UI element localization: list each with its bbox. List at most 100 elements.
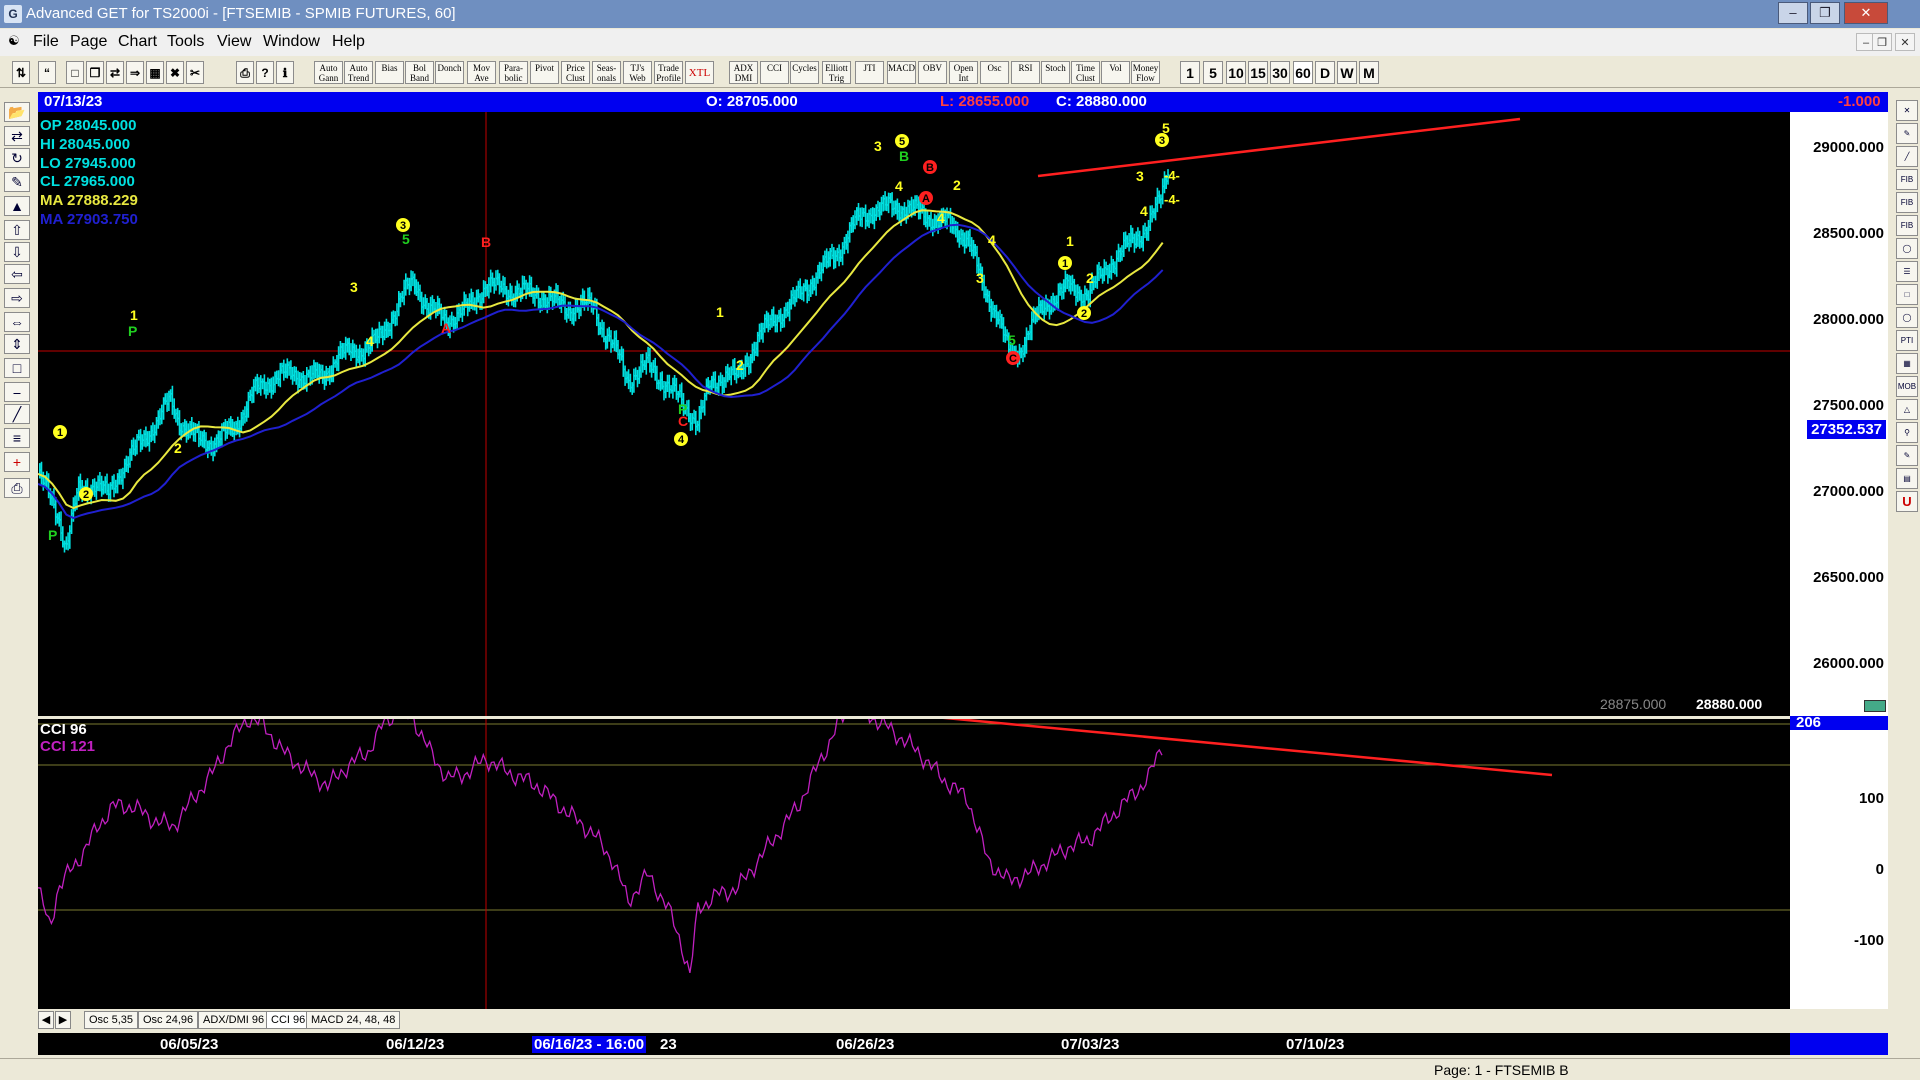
help-icon[interactable]: ? xyxy=(256,61,274,84)
study-button-20[interactable]: Open Int xyxy=(949,61,978,84)
study-icon[interactable]: ✎ xyxy=(4,172,30,192)
close-button[interactable]: ✕ xyxy=(1844,2,1888,24)
reset-icon[interactable]: ↻ xyxy=(4,148,30,168)
open-icon[interactable]: ⇄ xyxy=(106,61,124,84)
resize-grip-icon[interactable] xyxy=(1864,700,1886,712)
maximize-button[interactable]: ❐ xyxy=(1810,2,1840,24)
fib-extension-icon[interactable]: FIB xyxy=(1896,192,1918,213)
study-button-0[interactable]: Auto Gann xyxy=(314,61,343,84)
menu-window[interactable]: Window xyxy=(263,33,320,51)
study-button-23[interactable]: Stoch xyxy=(1041,61,1070,84)
channel-icon[interactable]: ☰ xyxy=(1896,261,1918,282)
cci-panel[interactable]: CCI 96 CCI 121 xyxy=(38,719,1888,1009)
save-icon[interactable]: ⇒ xyxy=(126,61,144,84)
study-button-7[interactable]: Pivot xyxy=(530,61,559,84)
study-button-15[interactable]: Cycles xyxy=(790,61,819,84)
tab-cci-96[interactable]: CCI 96 xyxy=(266,1011,311,1029)
menu-view[interactable]: View xyxy=(217,33,251,51)
compress-icon[interactable]: ⇔ xyxy=(4,312,30,332)
interval-button-10[interactable]: 10 xyxy=(1226,61,1246,84)
study-button-18[interactable]: MACD xyxy=(887,61,916,84)
gann-fan-icon[interactable]: ╱ xyxy=(4,404,30,424)
tab-scroll-left-icon[interactable]: ◀ xyxy=(38,1011,54,1029)
study-button-14[interactable]: CCI xyxy=(760,61,789,84)
crosshair-icon[interactable]: + xyxy=(4,452,30,472)
menu-tools[interactable]: Tools xyxy=(167,33,204,51)
paste-icon[interactable]: ▦ xyxy=(146,61,164,84)
study-button-1[interactable]: Auto Trend xyxy=(344,61,373,84)
box-icon[interactable]: □ xyxy=(1896,284,1918,305)
delete-icon[interactable]: ✖ xyxy=(166,61,184,84)
pages-icon[interactable]: ▤ xyxy=(1896,468,1918,489)
study-button-10[interactable]: TJ's Web xyxy=(623,61,652,84)
tab-osc-24-96[interactable]: Osc 24,96 xyxy=(138,1011,199,1029)
zoom-icon[interactable]: ⚲ xyxy=(1896,422,1918,443)
elliott-icon[interactable]: ▲ xyxy=(4,196,30,216)
gann-icon[interactable]: ⇄ xyxy=(4,126,30,146)
study-button-12[interactable]: XTL xyxy=(685,61,714,84)
interval-button-5[interactable]: 5 xyxy=(1203,61,1223,84)
tab-osc-5-35[interactable]: Osc 5,35 xyxy=(84,1011,139,1029)
fib-time-icon[interactable]: FIB xyxy=(1896,215,1918,236)
ellipse-tool-icon[interactable]: ◯ xyxy=(1896,307,1918,328)
menu-file[interactable]: File xyxy=(33,33,59,51)
context-help-icon[interactable]: ℹ xyxy=(276,61,294,84)
study-button-5[interactable]: Mov Ave xyxy=(467,61,496,84)
study-button-26[interactable]: Money Flow xyxy=(1131,61,1160,84)
interval-button-60[interactable]: 60 xyxy=(1293,61,1313,84)
select-icon[interactable]: □ xyxy=(4,358,30,378)
quote-icon[interactable]: “ xyxy=(38,61,56,84)
pencil-icon[interactable]: ✎ xyxy=(1896,123,1918,144)
study-button-8[interactable]: Price Clust xyxy=(561,61,590,84)
fib-icon[interactable]: ≡ xyxy=(4,428,30,448)
study-button-3[interactable]: Bol Band xyxy=(405,61,434,84)
interval-button-1[interactable]: 1 xyxy=(1180,61,1200,84)
up-arrow-icon[interactable]: ⇧ xyxy=(4,220,30,240)
tab-adx-dmi[interactable]: ADX/DMI 96 xyxy=(198,1011,270,1029)
triangle-icon[interactable]: △ xyxy=(1896,399,1918,420)
left-arrow-icon[interactable]: ⇦ xyxy=(4,264,30,284)
ellipse-icon[interactable]: ◯ xyxy=(1896,238,1918,259)
study-button-11[interactable]: Trade Profile xyxy=(654,61,683,84)
study-button-25[interactable]: Vol xyxy=(1101,61,1130,84)
new-page-icon[interactable]: □ xyxy=(66,61,84,84)
interval-button-15[interactable]: 15 xyxy=(1248,61,1268,84)
menu-page[interactable]: Page xyxy=(70,33,107,51)
interval-button-W[interactable]: W xyxy=(1337,61,1357,84)
marker-icon[interactable]: ✎ xyxy=(1896,445,1918,466)
menu-help[interactable]: Help xyxy=(332,33,365,51)
expand-icon[interactable]: ⇕ xyxy=(4,334,30,354)
interval-button-M[interactable]: M xyxy=(1359,61,1379,84)
ruler-icon[interactable]: ╱ xyxy=(1896,146,1918,167)
study-button-22[interactable]: RSI xyxy=(1011,61,1040,84)
move-icon[interactable]: ⇅ xyxy=(12,61,30,84)
study-button-6[interactable]: Para- bolic xyxy=(499,61,528,84)
magnet-icon[interactable]: U xyxy=(1896,491,1918,512)
interval-button-30[interactable]: 30 xyxy=(1270,61,1290,84)
price-chart[interactable]: P P 1 2 3 4 5 A B P C 1 2 3 B 4 4 2 4 3 5 1 2 3 4 5 -4- -4- 1 2 3 4 5 3 1 2… xyxy=(38,112,1888,716)
minimize-button[interactable]: – xyxy=(1778,2,1808,24)
study-button-21[interactable]: Osc xyxy=(980,61,1009,84)
study-button-19[interactable]: OBV xyxy=(918,61,947,84)
tab-macd[interactable]: MACD 24, 48, 48 xyxy=(306,1011,401,1029)
study-button-4[interactable]: Donch xyxy=(435,61,464,84)
copy-icon[interactable]: ❐ xyxy=(86,61,104,84)
cut-icon[interactable]: ✂ xyxy=(186,61,204,84)
mob-icon[interactable]: MOB xyxy=(1896,376,1918,397)
study-button-16[interactable]: Elliott Trig xyxy=(822,61,851,84)
doc-restore-button[interactable]: ❐ xyxy=(1872,33,1892,51)
open-icon[interactable]: 📂 xyxy=(4,102,30,122)
study-button-17[interactable]: JTI xyxy=(855,61,884,84)
grid-icon[interactable]: ▦ xyxy=(1896,353,1918,374)
right-arrow-icon[interactable]: ⇨ xyxy=(4,288,30,308)
pti-icon[interactable]: PTI xyxy=(1896,330,1918,351)
study-button-9[interactable]: Seas- onals xyxy=(592,61,621,84)
print-icon[interactable]: ⎙ xyxy=(4,478,30,498)
fib-retrace-icon[interactable]: FIB xyxy=(1896,169,1918,190)
menu-chart[interactable]: Chart xyxy=(118,33,157,51)
study-button-13[interactable]: ADX DMI xyxy=(729,61,758,84)
tab-scroll-right-icon[interactable]: ▶ xyxy=(55,1011,71,1029)
lines-icon[interactable]: ⎯ xyxy=(4,382,30,402)
doc-close-button[interactable]: ✕ xyxy=(1895,33,1915,51)
study-button-2[interactable]: Bias xyxy=(375,61,404,84)
